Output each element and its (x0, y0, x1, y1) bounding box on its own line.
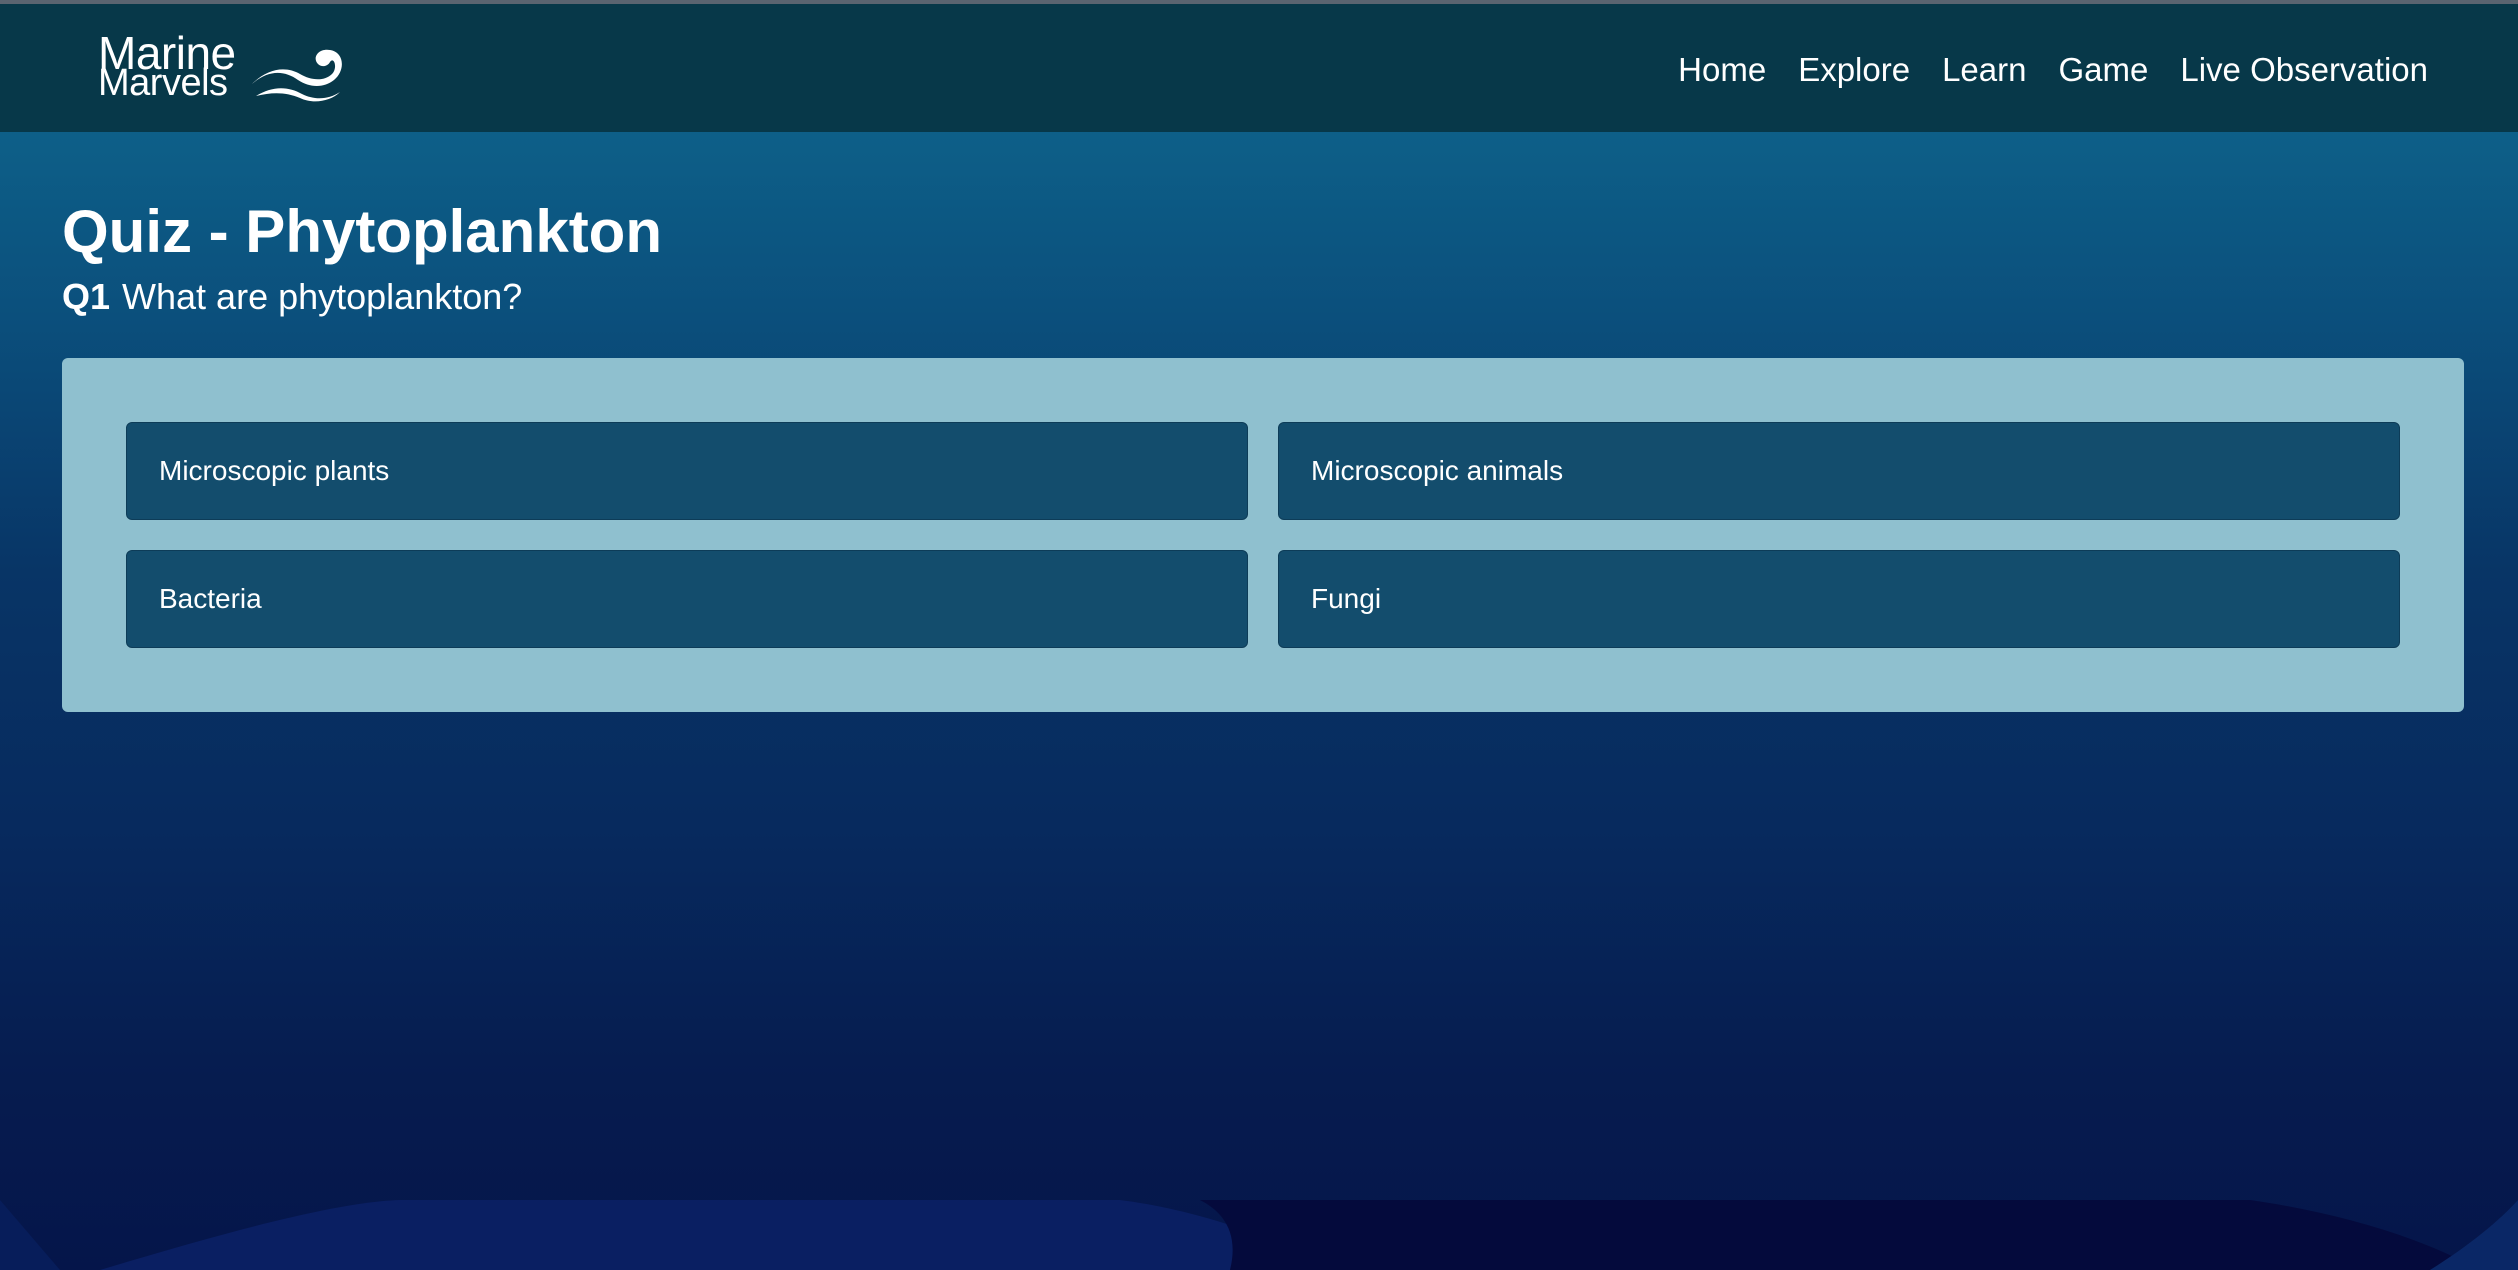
question-number: Q1 (62, 276, 111, 317)
page-title: Quiz - Phytoplankton (62, 198, 662, 265)
navbar: Marine Marvels Home Explore Learn Game L… (0, 4, 2518, 132)
answers-panel: Microscopic plants Microscopic animals B… (62, 358, 2464, 712)
question-text: What are phytoplankton? (122, 276, 523, 317)
wave-icon (252, 49, 342, 102)
brand-logo[interactable]: Marine Marvels (98, 30, 358, 110)
answer-option-1[interactable]: Microscopic plants (126, 422, 1248, 520)
question: Q1 What are phytoplankton? (62, 274, 522, 320)
nav-live-observation[interactable]: Live Observation (2180, 50, 2428, 90)
answer-option-2[interactable]: Microscopic animals (1278, 422, 2400, 520)
nav-game[interactable]: Game (2058, 50, 2148, 90)
seabed-decoration (0, 1200, 2518, 1270)
nav-home[interactable]: Home (1678, 50, 1766, 90)
answer-option-4[interactable]: Fungi (1278, 550, 2400, 648)
answer-option-3[interactable]: Bacteria (126, 550, 1248, 648)
nav-learn[interactable]: Learn (1942, 50, 2026, 90)
brand-name-line2: Marvels (98, 62, 228, 104)
main-nav: Home Explore Learn Game Live Observation (1646, 50, 2428, 90)
nav-explore[interactable]: Explore (1798, 50, 1910, 90)
